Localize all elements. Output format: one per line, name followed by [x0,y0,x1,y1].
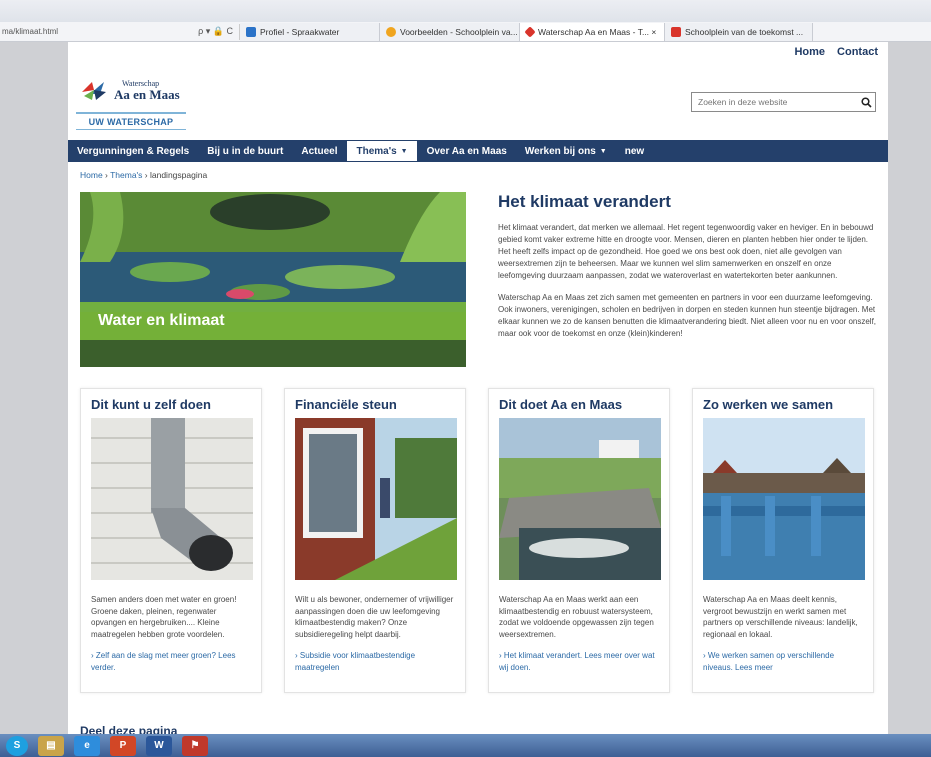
search-icon[interactable] [857,96,875,108]
tab-label: Waterschap Aa en Maas - T... × [538,26,657,37]
web-page: Home Contact Waterschap Aa en Maas UW WA… [68,42,888,734]
nav-label: new [624,145,645,157]
card-zelf-doen[interactable]: Dit kunt u zelf doen Samen anders doen m… [80,388,262,693]
nav-item-vergunningen[interactable]: Vergunningen & Regels [68,140,198,162]
card-link[interactable]: › Subsidie voor klimaatbestendige maatre… [295,650,455,673]
nav-item-werken-bij-ons[interactable]: Werken bij ons ▼ [516,140,616,162]
page-gutter-left [0,42,68,734]
logo-mark-icon [80,78,108,102]
uw-waterschap-button[interactable]: UW WATERSCHAP [76,112,186,130]
chevron-down-icon: ▼ [400,147,408,155]
intro-paragraph-2: Waterschap Aa en Maas zet zich samen met… [498,293,877,338]
browser-bar: ma/klimaat.html ρ ▾ 🔒 C Profiel - Spraak… [0,22,931,42]
nav-item-themas[interactable]: Thema's ▼ [346,140,418,162]
card-title: Zo werken we samen [703,397,834,412]
search-input[interactable] [692,93,857,111]
breadcrumb-separator: › [102,170,111,180]
logo-big-text: Aa en Maas [114,86,180,102]
search-box [691,92,876,112]
tab-favicon-icon [671,26,681,37]
nav-item-new[interactable]: new [616,140,653,162]
home-link[interactable]: Home [794,46,825,58]
breadcrumb: Home › Thema's › landingspagina [80,170,207,180]
browser-tab-3[interactable]: Waterschap Aa en Maas - T... × [520,22,665,41]
card-link[interactable]: › We werken samen op verschillende nivea… [703,650,863,673]
nav-label: Bij u in de buurt [207,145,284,157]
theme-cards: Dit kunt u zelf doen Samen anders doen m… [80,388,876,693]
nav-label: Over Aa en Maas [426,145,507,157]
breadcrumb-separator: › [142,170,150,180]
address-url: ma/klimaat.html [2,27,59,36]
card-financiele-steun[interactable]: Financiële steun Wilt u als bewoner, ond… [284,388,466,693]
intro-section: Het klimaat verandert Het klimaat verand… [498,192,876,350]
tab-favicon-icon [386,26,396,37]
card-text: Wilt u als bewoner, ondernemer of vrijwi… [295,595,454,639]
intro-paragraph-1: Het klimaat verandert, dat merken we all… [498,223,874,280]
nav-item-over-aa-en-maas[interactable]: Over Aa en Maas [418,140,516,162]
breadcrumb-current: landingspagina [149,170,208,180]
pdf-icon[interactable]: ⚑ [182,735,208,756]
main-nav: Vergunningen & Regels Bij u in de buurt … [68,140,888,162]
card-image-downpipe [91,418,253,580]
word-icon[interactable]: W [146,735,172,756]
address-controls[interactable]: ρ ▾ 🔒 C [198,26,239,37]
tab-label: Profiel - Spraakwater [260,26,340,37]
tab-label: Schoolplein van de toekomst ... [685,26,804,37]
hero-pond-image [80,192,466,367]
tab-favicon-icon [246,26,256,37]
top-links: Home Contact [794,46,878,58]
card-image-harbour [703,418,865,580]
window-top-edge [0,0,931,22]
powerpoint-icon[interactable]: P [110,735,136,756]
hero-banner[interactable]: Water en klimaat [80,192,466,367]
card-zo-werken-we-samen[interactable]: Zo werken we samen Waterschap Aa en Maas… [692,388,874,693]
breadcrumb-themas[interactable]: Thema's [110,170,142,180]
contact-link[interactable]: Contact [837,46,878,58]
card-text: Waterschap Aa en Maas werkt aan een klim… [499,595,654,639]
nav-label: Thema's [356,145,397,157]
card-link[interactable]: › Het klimaat verandert. Lees meer over … [499,650,659,673]
chevron-down-icon: ▼ [599,147,607,155]
nav-label: Actueel [301,145,338,157]
nav-item-bij-u-in-de-buurt[interactable]: Bij u in de buurt [198,140,292,162]
nav-label: Vergunningen & Regels [77,145,190,157]
intro-title: Het klimaat verandert [498,192,671,211]
card-link[interactable]: › Zelf aan de slag met meer groen? Lees … [91,650,251,673]
browser-tab-2[interactable]: Voorbeelden - Schoolplein va... [380,22,520,41]
card-title: Financiële steun [295,397,397,412]
breadcrumb-home[interactable]: Home [80,170,103,180]
card-image-green-roof [295,418,457,580]
address-bar[interactable]: ma/klimaat.html ρ ▾ 🔒 C [0,23,240,40]
tab-label: Voorbeelden - Schoolplein va... [400,26,518,37]
nav-item-actueel[interactable]: Actueel [292,140,346,162]
card-image-weir [499,418,661,580]
nav-label: Werken bij ons [524,145,596,157]
card-dit-doet-aa-en-maas[interactable]: Dit doet Aa en Maas Waterschap Aa en Maa… [488,388,670,693]
skype-icon[interactable]: S [6,735,28,756]
page-gutter-right [888,42,931,734]
card-text: Samen anders doen met water en groen! Gr… [91,595,237,639]
hero-title: Water en klimaat [98,312,225,329]
ie-icon[interactable]: e [74,735,100,756]
browser-tab-4[interactable]: Schoolplein van de toekomst ... [665,22,813,41]
share-heading: Deel deze pagina [80,724,178,734]
site-logo[interactable]: Waterschap Aa en Maas [80,78,180,102]
card-title: Dit doet Aa en Maas [499,397,623,412]
browser-tab-1[interactable]: Profiel - Spraakwater [240,22,380,41]
explorer-icon[interactable]: ▤ [38,735,64,756]
card-title: Dit kunt u zelf doen [91,397,211,412]
tab-favicon-icon [524,25,536,38]
card-text: Waterschap Aa en Maas deelt kennis, verg… [703,595,858,639]
taskbar: S ▤ e P W ⚑ [0,734,931,757]
